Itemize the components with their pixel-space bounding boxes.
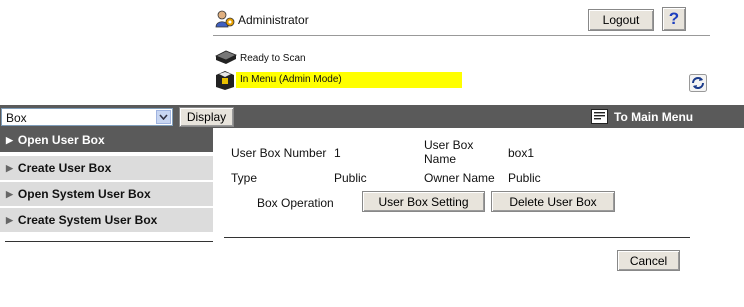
type-value: Public [334, 171, 367, 185]
triangle-right-icon: ▶ [6, 214, 13, 225]
help-button[interactable]: ? [662, 7, 686, 31]
sidebar-item-label: Create System User Box [17, 213, 158, 227]
sidebar-item-label: Open System User Box [17, 187, 151, 201]
logout-button[interactable]: Logout [588, 9, 654, 31]
sidebar-item-create-user-box[interactable]: ▶ Create User Box [0, 156, 213, 181]
delete-user-box-button[interactable]: Delete User Box [491, 191, 615, 212]
content-divider [224, 237, 690, 238]
cancel-button[interactable]: Cancel [617, 250, 680, 271]
sidebar-item-label: Create User Box [17, 161, 112, 175]
box-name-value: box1 [508, 146, 535, 160]
help-icon: ? [668, 9, 680, 28]
box-number-label: User Box Number [231, 146, 327, 160]
sidebar-item-label: Open User Box [17, 133, 105, 147]
box-name-label: User Box [424, 138, 474, 152]
printer-icon [213, 69, 237, 90]
main-menu-link[interactable]: To Main Menu [614, 110, 693, 124]
triangle-right-icon: ▶ [6, 162, 13, 173]
triangle-right-icon: ▶ [6, 134, 13, 145]
box-operation-label: Box Operation [257, 196, 334, 210]
owner-value: Public [508, 171, 541, 185]
box-number-value: 1 [334, 146, 341, 160]
owner-label: Owner Name [424, 171, 495, 185]
box-select-value: Box [6, 111, 27, 125]
box-select[interactable]: Box [1, 108, 173, 126]
type-label: Type [231, 171, 258, 185]
refresh-icon[interactable] [689, 74, 707, 92]
scanner-icon [214, 49, 238, 65]
status-menu: In Menu (Admin Mode) [240, 74, 342, 85]
status-ready: Ready to Scan [240, 53, 306, 64]
user-box-setting-button[interactable]: User Box Setting [362, 191, 485, 212]
user-label: Administrator [238, 13, 309, 27]
display-button[interactable]: Display [179, 107, 234, 127]
main-menu-icon[interactable] [591, 109, 608, 124]
sidebar-item-open-user-box[interactable]: ▶ Open User Box [0, 128, 213, 153]
sidebar-item-open-system-user-box[interactable]: ▶ Open System User Box [0, 182, 213, 207]
admin-icon [215, 10, 235, 28]
box-name-label-2: Name [424, 152, 457, 166]
chevron-down-icon[interactable] [156, 110, 171, 124]
sidebar-item-create-system-user-box[interactable]: ▶ Create System User Box [0, 208, 213, 233]
triangle-right-icon: ▶ [6, 188, 13, 199]
sidebar-divider [5, 241, 213, 242]
header-divider [213, 35, 710, 36]
